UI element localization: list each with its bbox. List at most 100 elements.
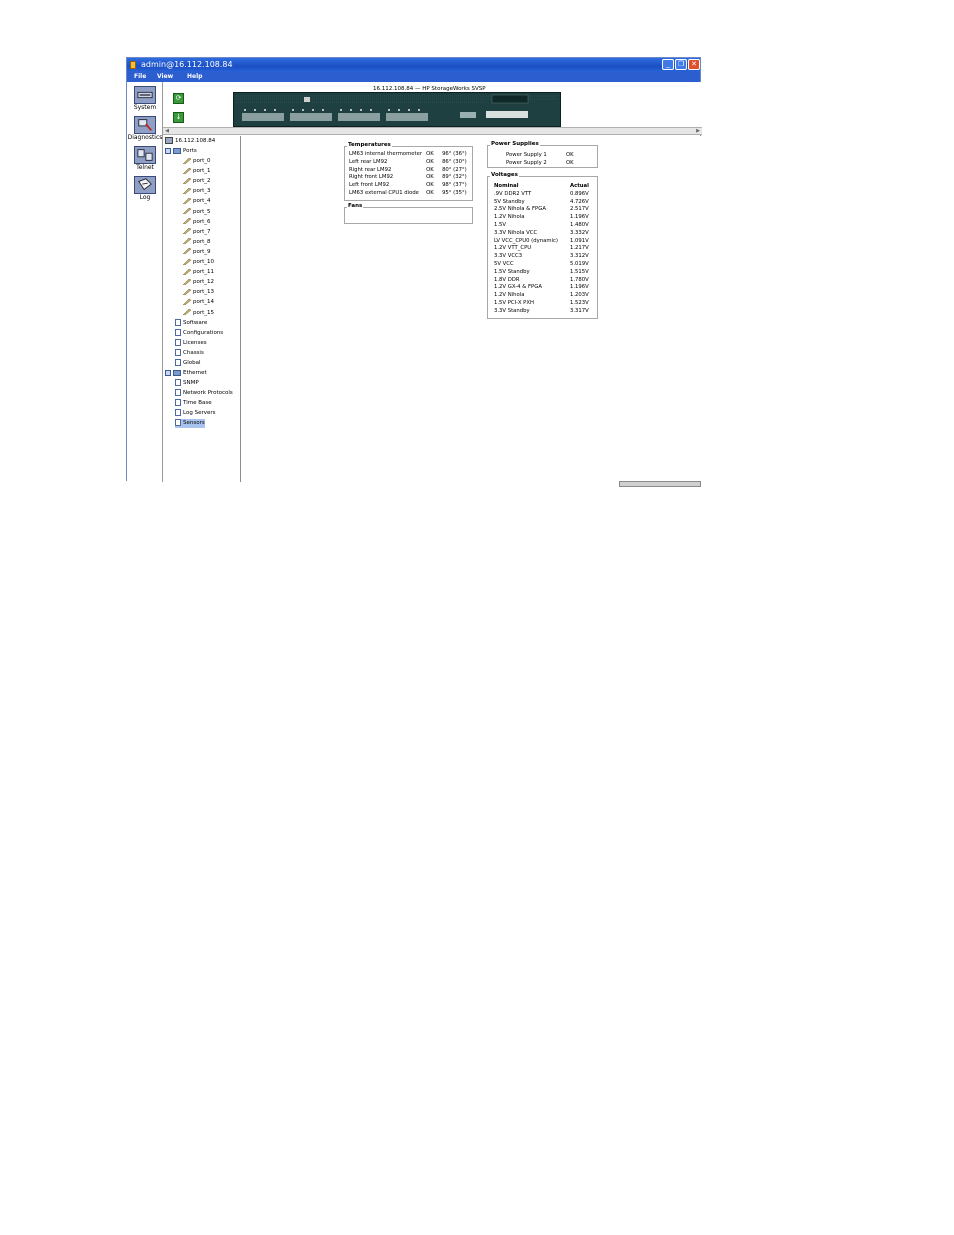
sensor-name: Left front LM92	[349, 182, 390, 189]
tree-item-port[interactable]: port_11	[183, 268, 214, 277]
sensor-value: 96° (36°)	[442, 151, 467, 157]
expand-icon[interactable]	[165, 147, 171, 154]
tree-item-time-base[interactable]: Time Base	[175, 399, 212, 408]
log-button[interactable]: Log	[127, 176, 163, 201]
tree-item-configurations[interactable]: Configurations	[175, 329, 223, 338]
maximize-button[interactable]: ❐	[675, 59, 687, 70]
voltage-row: 1.5V PCI-X PXH 1.523V	[492, 300, 591, 308]
tree-node-ethernet[interactable]: Ethernet	[165, 369, 207, 378]
tree-item-port[interactable]: port_3	[183, 187, 211, 196]
bottom-scroll-thumb[interactable]	[619, 481, 701, 487]
voltage-nominal: 1.2V Nihola	[494, 292, 525, 299]
tree-port-label: port_1	[193, 168, 211, 175]
tree-item-port[interactable]: port_15	[183, 309, 214, 318]
document-icon	[175, 359, 181, 367]
document-icon	[175, 389, 181, 397]
expand-icon[interactable]	[165, 369, 171, 376]
left-toolbar: System Diagnostics Telnet Log	[127, 82, 163, 482]
tree-item-port[interactable]: port_14	[183, 298, 214, 307]
window-title: admin@16.112.108.84	[141, 60, 233, 69]
tree-item-port[interactable]: port_7	[183, 228, 211, 237]
tree-port-label: port_7	[193, 228, 211, 235]
tree-item-port[interactable]: port_12	[183, 278, 214, 287]
minimize-button[interactable]: _	[662, 59, 674, 70]
fans-group: Fans	[344, 203, 473, 224]
voltage-actual: 3.312V	[570, 253, 589, 260]
voltage-row: .9V DDR2 VTT 0.896V	[492, 191, 591, 199]
tree-root-label: 16.112.108.84	[175, 138, 216, 144]
tree-item-label: Software	[183, 320, 208, 326]
tree-port-label: port_9	[193, 248, 211, 255]
tree-item-snmp[interactable]: SNMP	[175, 379, 199, 388]
tree-port-label: port_4	[193, 198, 211, 205]
tree-item-global[interactable]: Global	[175, 359, 201, 368]
tree-root[interactable]: 16.112.108.84	[165, 137, 215, 146]
tree-port-label: port_12	[193, 279, 215, 286]
title-bar[interactable]: admin@16.112.108.84 _ ❐ ✕	[127, 58, 700, 72]
menu-view[interactable]: View	[157, 72, 173, 82]
col-actual: Actual	[570, 183, 589, 189]
document-icon	[175, 339, 181, 347]
refresh-button[interactable]: ⟳	[173, 93, 184, 104]
tree-item-port[interactable]: port_1	[183, 167, 211, 176]
tree-port-label: port_10	[193, 259, 215, 265]
tree-item-port[interactable]: port_4	[183, 197, 211, 206]
menu-help[interactable]: Help	[187, 72, 202, 82]
tree-node-ports[interactable]: Ports	[165, 147, 197, 156]
close-button[interactable]: ✕	[688, 59, 700, 70]
voltage-actual: 1.217V	[570, 245, 589, 252]
tree-item-port[interactable]: port_13	[183, 288, 214, 297]
voltage-nominal: 3.3V VCC3	[494, 253, 523, 260]
system-button[interactable]: System	[127, 86, 163, 111]
voltage-actual: 2.517V	[570, 206, 589, 213]
port-icon	[183, 278, 191, 285]
diagnostics-button[interactable]: Diagnostics	[127, 116, 163, 141]
sensor-name: Right rear LM92	[349, 166, 392, 173]
tree-item-port[interactable]: port_9	[183, 248, 211, 257]
tree-item-port[interactable]: port_6	[183, 218, 211, 227]
tree-item-port[interactable]: port_5	[183, 208, 211, 217]
switch-front-panel[interactable]	[233, 92, 561, 127]
tree-item-software[interactable]: Software	[175, 319, 207, 328]
tree-item-port[interactable]: port_10	[183, 258, 214, 267]
document-icon	[175, 319, 181, 326]
tree-item-label: Sensors	[183, 420, 205, 427]
horizontal-scrollbar[interactable]: ◀ ▶	[163, 127, 702, 135]
tree-item-licenses[interactable]: Licenses	[175, 339, 207, 348]
tree-item-chassis[interactable]: Chassis	[175, 349, 204, 358]
voltage-actual: 5.019V	[570, 260, 589, 267]
temperature-row: LM63 external CPU1 diode OK 95° (35°)	[347, 190, 469, 198]
voltage-row: 1.2V Nihola 1.196V	[492, 214, 591, 222]
power-supply-name: Power Supply 1	[506, 152, 547, 158]
voltages-group: Voltages Nominal Actual .9V DDR2 VTT 0.89…	[487, 172, 598, 319]
port-icon	[183, 218, 191, 225]
voltage-actual: 1.523V	[570, 299, 589, 306]
tree-item-port[interactable]: port_2	[183, 177, 211, 186]
scroll-left-icon[interactable]: ◀	[163, 128, 171, 134]
tree-item-network-protocols[interactable]: Network Protocols	[175, 389, 233, 398]
scroll-right-icon[interactable]: ▶	[694, 128, 702, 134]
tree-item-port[interactable]: port_8	[183, 238, 211, 247]
tree-port-label: port_11	[193, 269, 215, 276]
voltages-table: Nominal Actual .9V DDR2 VTT 0.896V 5V Stan…	[492, 183, 591, 316]
telnet-icon	[134, 146, 156, 164]
sensor-value: 95° (35°)	[442, 189, 467, 196]
diagnostics-label: Diagnostics	[127, 134, 163, 141]
tree-item-log-servers[interactable]: Log Servers	[175, 409, 215, 418]
port-icon	[183, 197, 191, 204]
device-view: ⟳ ↓ 16.112.108.84 — HP StorageWorks SVSP	[163, 82, 702, 127]
download-button[interactable]: ↓	[173, 112, 184, 123]
temperature-row: Right front LM92 OK 89° (32°)	[347, 174, 469, 182]
temperature-row: Left front LM92 OK 98° (37°)	[347, 182, 469, 190]
menu-file[interactable]: File	[134, 72, 146, 82]
telnet-button[interactable]: Telnet	[127, 146, 163, 171]
navigation-tree: 16.112.108.84 Ports port_0 port_1 port_2 po…	[163, 136, 241, 482]
tree-item-sensors[interactable]: Sensors	[175, 419, 205, 429]
tree-port-label: port_6	[193, 218, 211, 225]
tree-item-port[interactable]: port_0	[183, 157, 211, 166]
voltage-nominal: 1.2V Nihola	[494, 214, 525, 221]
voltage-row: LV VCC_CPU0 (dynamic) 1.091V	[492, 238, 591, 246]
voltage-row: 1.2V VTT_CPU 1.217V	[492, 245, 591, 253]
col-nominal: Nominal	[494, 183, 519, 189]
port-icon	[183, 177, 191, 184]
